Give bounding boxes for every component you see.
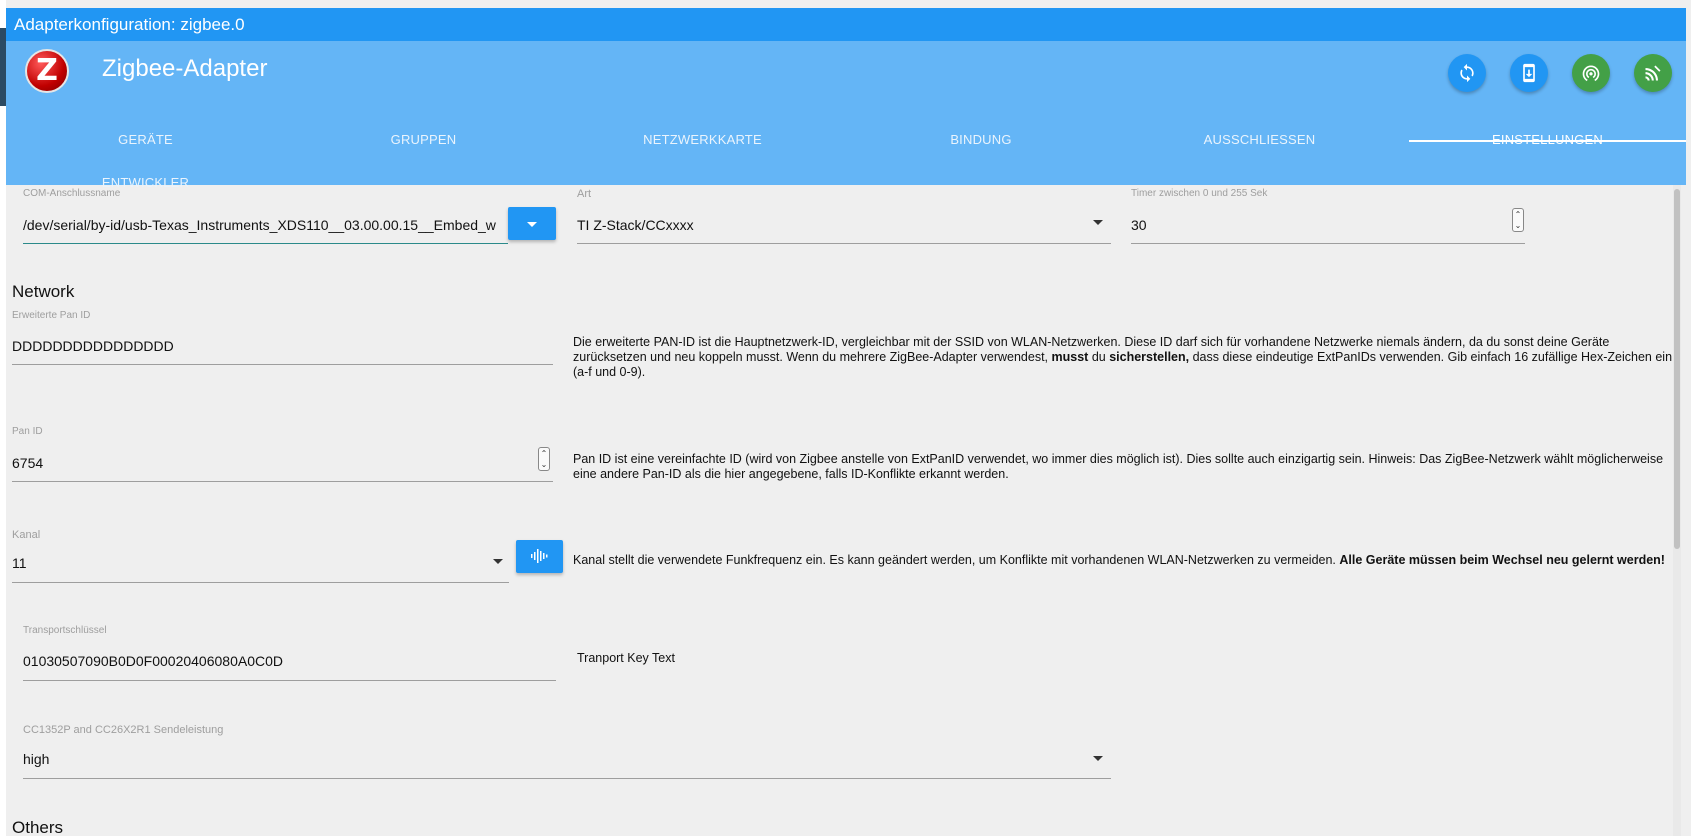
zigbee-logo-icon: Z (25, 49, 69, 93)
transport-key-input[interactable]: 01030507090B0D0F00020406080A0C0D (23, 644, 556, 681)
pan-id-description: Pan ID ist eine vereinfachte ID (wird vo… (573, 452, 1664, 481)
chevron-down-icon (527, 222, 537, 227)
download-device-button[interactable] (1510, 54, 1548, 92)
type-dropdown-icon (1093, 220, 1103, 225)
pan-id-label: Pan ID (12, 426, 43, 437)
download-device-icon (1523, 63, 1535, 83)
tx-power-select[interactable]: high (23, 742, 1111, 779)
tab-netzwerkkarte[interactable]: NETZWERKKARTE (563, 120, 842, 160)
tx-power-label: CC1352P and CC26X2R1 Sendeleistung (23, 724, 224, 736)
active-tab-indicator (1409, 140, 1686, 142)
wifi-pairing-icon (1582, 65, 1600, 82)
type-select[interactable]: TI Z-Stack/CCxxxx (577, 208, 1111, 244)
scrollbar-thumb[interactable] (1674, 189, 1680, 549)
type-label: Art (577, 188, 592, 200)
ext-pan-id-description: Die erweiterte PAN-ID ist die Hauptnetzw… (573, 335, 1673, 379)
scrollbar[interactable] (1673, 185, 1681, 836)
pan-id-input[interactable]: 6754 (12, 446, 553, 482)
tab-gruppen[interactable]: GRUPPEN (284, 120, 563, 160)
refresh-button[interactable] (1448, 54, 1486, 92)
tab-ausschliessen[interactable]: AUSSCHLIESSEN (1120, 120, 1399, 160)
others-heading: Others (12, 818, 64, 837)
wifi-pairing-button[interactable] (1572, 54, 1610, 92)
channel-label: Kanal (12, 529, 41, 541)
com-port-input[interactable]: /dev/serial/by-id/usb-Texas_Instruments_… (23, 208, 508, 244)
signal-scan-button[interactable] (1634, 54, 1672, 92)
com-port-label: COM-Anschlussname (23, 188, 121, 199)
pan-id-stepper[interactable]: ⌃ ⌄ (538, 447, 550, 471)
timer-input[interactable]: 30 (1131, 208, 1525, 244)
timer-stepper[interactable]: ⌃ ⌄ (1512, 208, 1524, 232)
tx-power-dropdown-icon (1093, 756, 1103, 761)
channel-select[interactable]: 11 (12, 546, 509, 583)
channel-description: Kanal stellt die verwendete Funkfrequenz… (573, 553, 1665, 567)
network-heading: Network (12, 282, 75, 301)
transport-key-label: Transportschlüssel (23, 625, 107, 636)
ext-pan-id-label: Erweiterte Pan ID (12, 310, 91, 321)
refresh-icon (1460, 63, 1474, 83)
signal-scan-icon (1645, 65, 1661, 81)
com-port-select-button[interactable] (508, 207, 556, 240)
timer-label: Timer zwischen 0 und 255 Sek (1131, 188, 1268, 199)
app-title: Zigbee-Adapter (102, 55, 268, 82)
tab-bindung[interactable]: BINDUNG (842, 120, 1120, 160)
app-bar: Z Zigbee-Adapter GERÄTE GRUPPEN NETZWERK… (6, 41, 1686, 190)
window-title: Adapterkonfiguration: zigbee.0 (6, 8, 1686, 41)
audio-wave-icon (530, 549, 547, 563)
transport-key-description: Tranport Key Text (577, 651, 675, 665)
ext-pan-id-input[interactable]: DDDDDDDDDDDDDDDD (12, 329, 553, 365)
tab-geraete[interactable]: GERÄTE (7, 120, 284, 160)
channel-scan-button[interactable] (516, 540, 563, 573)
channel-dropdown-icon (493, 559, 503, 564)
